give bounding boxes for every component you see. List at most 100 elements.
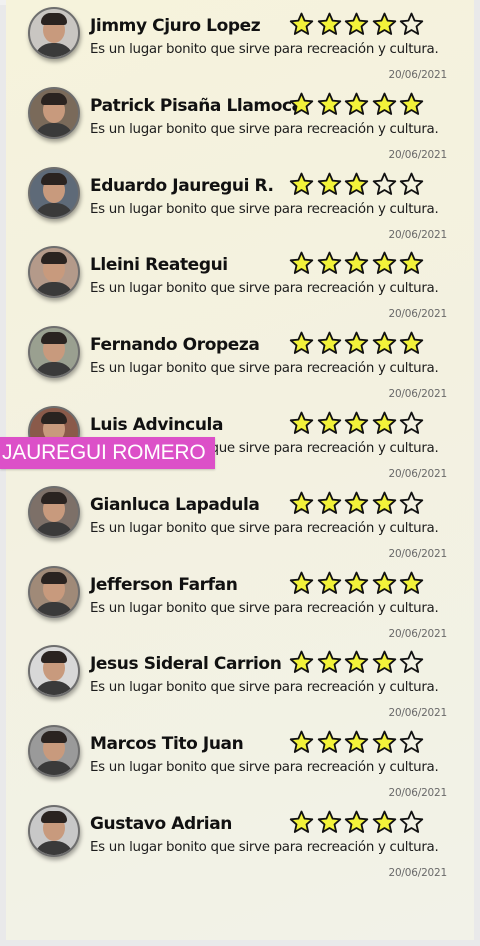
review-item: Patrick Pisaña Llamoca Es un lugar bonit… (6, 86, 474, 167)
avatar[interactable] (28, 485, 80, 538)
review-comment: Es un lugar bonito que sirve para recrea… (90, 520, 439, 536)
avatar[interactable] (28, 246, 80, 299)
star-filled-icon[interactable] (289, 650, 317, 675)
star-filled-icon[interactable] (289, 251, 317, 276)
star-filled-icon[interactable] (317, 251, 345, 276)
star-rating (289, 92, 427, 118)
star-filled-icon[interactable] (399, 251, 427, 276)
star-empty-icon[interactable] (372, 172, 400, 197)
star-filled-icon[interactable] (372, 650, 400, 675)
avatar[interactable] (28, 645, 80, 698)
star-empty-icon[interactable] (399, 730, 427, 755)
review-comment: Es un lugar bonito que sirve para recrea… (90, 840, 439, 855)
star-filled-icon[interactable] (317, 12, 345, 37)
star-filled-icon[interactable] (317, 411, 345, 436)
star-rating (289, 730, 427, 756)
review-item: Gianluca Lapadula Es un lugar bonito que… (6, 485, 474, 566)
review-item: Lleini Reategui Es un lugar bonito que s… (6, 246, 474, 326)
star-filled-icon[interactable] (317, 331, 345, 356)
reviewer-name: Lleini Reategui (90, 255, 228, 276)
star-filled-icon[interactable] (399, 331, 427, 356)
reviewer-name: Gustavo Adrian (90, 814, 232, 834)
star-empty-icon[interactable] (399, 12, 427, 37)
review-date: 20/06/2021 (388, 707, 447, 720)
star-filled-icon[interactable] (289, 172, 317, 197)
reviewer-name: Luis Advincula (90, 415, 224, 435)
star-rating (289, 411, 427, 437)
star-filled-icon[interactable] (372, 92, 400, 117)
reviewer-name: Fernando Oropeza (90, 335, 260, 356)
review-date: 20/06/2021 (388, 69, 447, 81)
review-date: 20/06/2021 (388, 627, 447, 640)
star-filled-icon[interactable] (344, 571, 372, 596)
star-filled-icon[interactable] (289, 12, 317, 37)
reviewer-name: Jesus Sideral Carrion (90, 654, 282, 675)
star-filled-icon[interactable] (372, 810, 400, 835)
review-comment: Es un lugar bonito que sirve para recrea… (90, 201, 439, 217)
star-filled-icon[interactable] (344, 251, 372, 276)
star-filled-icon[interactable] (372, 491, 400, 516)
star-rating (289, 12, 427, 38)
star-filled-icon[interactable] (372, 251, 400, 276)
avatar[interactable] (28, 166, 80, 219)
star-filled-icon[interactable] (372, 331, 400, 356)
review-item: Marcos Tito Juan Es un lugar bonito que … (6, 725, 474, 805)
star-filled-icon[interactable] (344, 331, 372, 356)
star-filled-icon[interactable] (317, 571, 345, 596)
star-filled-icon[interactable] (372, 411, 400, 436)
review-item: Jesus Sideral Carrion Es un lugar bonito… (6, 645, 474, 725)
review-date: 20/06/2021 (388, 228, 447, 241)
avatar[interactable] (28, 805, 80, 857)
star-filled-icon[interactable] (344, 411, 372, 436)
star-filled-icon[interactable] (317, 491, 345, 516)
star-filled-icon[interactable] (289, 571, 317, 596)
star-rating (289, 650, 427, 676)
star-filled-icon[interactable] (372, 730, 400, 755)
star-filled-icon[interactable] (344, 650, 372, 675)
star-filled-icon[interactable] (289, 331, 317, 356)
star-rating (289, 251, 427, 277)
star-empty-icon[interactable] (399, 650, 427, 675)
review-comment: Es un lugar bonito que sirve para recrea… (90, 121, 439, 137)
avatar[interactable] (28, 7, 80, 59)
avatar[interactable] (28, 725, 80, 778)
review-item: Jimmy Cjuro Lopez Es un lugar bonito que… (6, 7, 474, 87)
review-item: Gustavo Adrian Es un lugar bonito que si… (6, 805, 474, 885)
reviewer-name: Eduardo Jauregui R. (90, 175, 274, 196)
star-filled-icon[interactable] (344, 172, 372, 197)
star-filled-icon[interactable] (344, 12, 372, 37)
avatar[interactable] (28, 326, 80, 379)
star-filled-icon[interactable] (317, 730, 345, 755)
star-filled-icon[interactable] (317, 92, 345, 117)
star-filled-icon[interactable] (372, 571, 400, 596)
star-filled-icon[interactable] (289, 92, 317, 117)
star-filled-icon[interactable] (289, 491, 317, 516)
star-empty-icon[interactable] (399, 810, 427, 835)
star-empty-icon[interactable] (399, 172, 427, 197)
star-filled-icon[interactable] (344, 491, 372, 516)
star-filled-icon[interactable] (317, 172, 345, 197)
star-filled-icon[interactable] (317, 810, 345, 835)
star-filled-icon[interactable] (289, 810, 317, 835)
star-filled-icon[interactable] (289, 411, 317, 436)
review-date: 20/06/2021 (388, 867, 447, 879)
reviewer-name: Jefferson Farfan (90, 574, 238, 595)
star-filled-icon[interactable] (289, 730, 317, 755)
reviewer-name: Gianluca Lapadula (90, 494, 260, 515)
star-empty-icon[interactable] (399, 491, 427, 516)
avatar[interactable] (28, 86, 80, 139)
star-filled-icon[interactable] (399, 92, 427, 117)
review-comment: Es un lugar bonito que sirve para recrea… (90, 600, 439, 616)
review-comment: Es un lugar bonito que sirve para recrea… (90, 680, 439, 696)
star-filled-icon[interactable] (344, 810, 372, 835)
star-filled-icon[interactable] (344, 730, 372, 755)
avatar[interactable] (28, 565, 80, 618)
star-filled-icon[interactable] (372, 12, 400, 37)
star-filled-icon[interactable] (399, 571, 427, 596)
star-filled-icon[interactable] (344, 92, 372, 117)
star-empty-icon[interactable] (399, 411, 427, 436)
user-tag-overlay[interactable]: JAUREGUI ROMERO (0, 437, 215, 469)
star-filled-icon[interactable] (317, 650, 345, 675)
reviewer-name: Jimmy Cjuro Lopez (90, 16, 261, 36)
review-date: 20/06/2021 (388, 787, 447, 800)
